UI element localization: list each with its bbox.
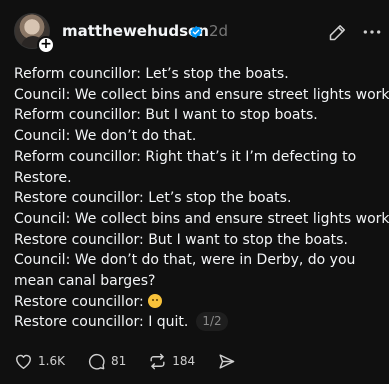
- username[interactable]: matthewehudson: [62, 22, 209, 40]
- thread-post: + matthewehudson 2d Reform councillor: L…: [0, 0, 389, 384]
- avatar-container[interactable]: +: [14, 13, 55, 54]
- repost-button[interactable]: 184: [148, 352, 195, 371]
- post-line-emoji: Restore councillor:: [14, 292, 380, 313]
- follow-button[interactable]: +: [37, 36, 55, 54]
- more-icon[interactable]: [362, 27, 382, 37]
- reply-count: 81: [110, 354, 127, 368]
- post-line: Council: We collect bins and ensure stre…: [14, 86, 389, 103]
- post-line-text: Restore councillor:: [14, 293, 144, 310]
- post-line: Reform councillor: But I want to stop bo…: [14, 107, 318, 124]
- repost-icon: [150, 353, 165, 369]
- action-bar: 1.6K 81 184: [14, 350, 241, 372]
- post-line: Reform councillor: Right that’s it I’m d…: [14, 148, 357, 186]
- verified-icon: [190, 25, 202, 39]
- post-line: Council: We don’t do that.: [14, 128, 197, 145]
- like-button[interactable]: 1.6K: [14, 352, 65, 371]
- share-button[interactable]: [217, 352, 241, 371]
- like-count: 1.6K: [38, 354, 65, 368]
- post-line: Restore councillor: Let’s stop the boats…: [14, 190, 292, 207]
- post-line: Restore councillor: But I want to stop t…: [14, 231, 348, 248]
- heart-icon: [16, 354, 31, 369]
- share-icon: [219, 353, 235, 369]
- post-line-text: Restore councillor: I quit.: [14, 314, 189, 331]
- post-body: Reform councillor: Let’s stop the boats.…: [14, 64, 389, 333]
- post-line: Council: We don’t do that, were in Derby…: [14, 252, 356, 290]
- edit-icon[interactable]: [328, 22, 348, 42]
- post-time: 2d: [209, 22, 229, 40]
- page-indicator[interactable]: 1/2: [196, 312, 228, 332]
- post-line-last: Restore councillor: I quit. 1/2: [14, 312, 380, 333]
- comment-icon: [88, 353, 105, 370]
- repost-count: 184: [172, 354, 196, 368]
- post-line: Reform councillor: Let’s stop the boats.: [14, 66, 289, 82]
- face-with-hand-over-mouth-emoji: [148, 293, 163, 308]
- reply-button[interactable]: 81: [87, 352, 126, 371]
- post-line: Council: We collect bins and ensure stre…: [14, 210, 389, 227]
